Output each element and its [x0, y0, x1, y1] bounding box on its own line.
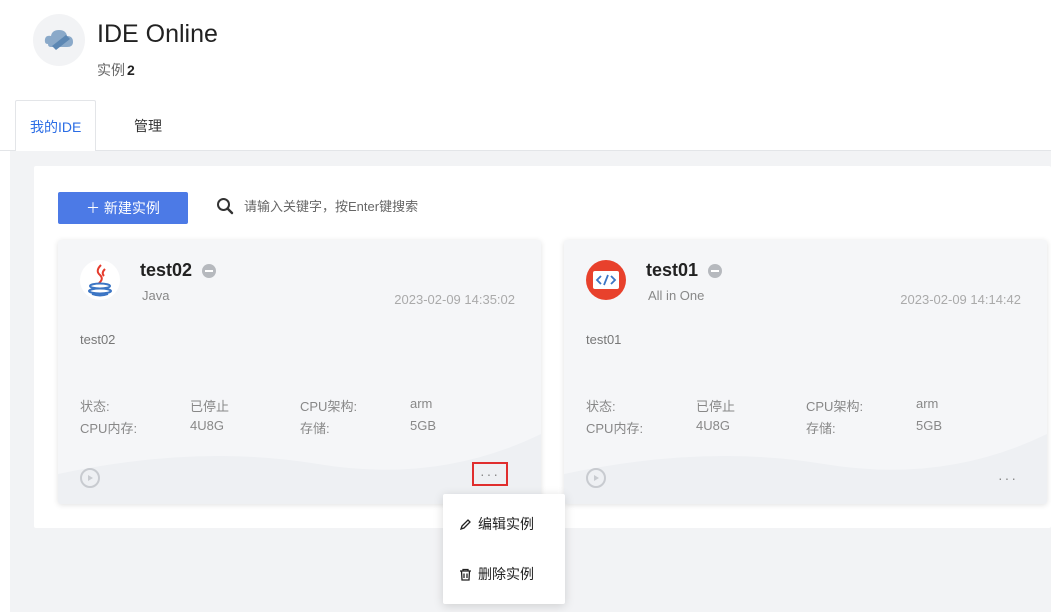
- instance-count: 实例 2: [97, 60, 135, 80]
- all-in-one-icon: [586, 260, 626, 300]
- pencil-icon: [459, 518, 471, 530]
- instance-count-label: 实例: [97, 62, 125, 78]
- cpu-mem-value: 4U8G: [696, 418, 730, 433]
- app-title: IDE Online: [97, 20, 218, 48]
- storage-label: 存储:: [806, 421, 836, 436]
- app-logo-icon: [33, 14, 85, 66]
- cpu-mem-value: 4U8G: [190, 418, 224, 433]
- instance-panel: ＋ 新建实例 test02: [34, 166, 1051, 528]
- storage-label: 存储:: [300, 421, 330, 436]
- more-options-button[interactable]: ···: [472, 462, 508, 486]
- tab-my-ide[interactable]: 我的IDE: [15, 100, 97, 152]
- stopped-status-icon: [708, 263, 723, 278]
- more-options-button[interactable]: ···: [990, 466, 1026, 490]
- cpu-arch-label: CPU架构:: [806, 399, 864, 414]
- cpu-arch-label: CPU架构:: [300, 399, 358, 414]
- instance-time: 2023-02-09 14:35:02: [394, 292, 515, 307]
- search-input[interactable]: [242, 197, 476, 215]
- page-header: IDE Online 实例 2: [0, 0, 1051, 100]
- instance-description: test02: [80, 332, 116, 347]
- cpu-arch-value: arm: [916, 396, 939, 411]
- instance-name: test02: [140, 260, 217, 281]
- instance-count-value: 2: [127, 62, 135, 78]
- status-label: 状态:: [80, 399, 110, 414]
- storage-value: 5GB: [410, 418, 437, 433]
- trash-icon: [460, 568, 471, 581]
- edit-instance-menu-item[interactable]: 编辑实例: [459, 514, 534, 534]
- delete-instance-menu-item[interactable]: 删除实例: [459, 564, 534, 584]
- cpu-mem-label: CPU内存:: [80, 421, 138, 436]
- tab-manage[interactable]: 管理: [120, 100, 176, 150]
- java-icon: [80, 260, 120, 300]
- instance-name-text: test01: [646, 260, 699, 280]
- instance-time: 2023-02-09 14:14:42: [900, 292, 1021, 307]
- status-value: 已停止: [190, 399, 230, 414]
- edit-instance-label: 编辑实例: [478, 516, 534, 532]
- search-icon: [217, 198, 234, 215]
- tab-bar: 我的IDE 管理: [0, 100, 1051, 152]
- cpu-mem-label: CPU内存:: [586, 421, 644, 436]
- new-instance-button[interactable]: ＋ 新建实例: [58, 192, 188, 224]
- start-play-icon[interactable]: [80, 468, 100, 488]
- search-box: [216, 197, 476, 215]
- delete-instance-label: 删除实例: [478, 566, 534, 582]
- instance-description: test01: [586, 332, 622, 347]
- cpu-arch-value: arm: [410, 396, 433, 411]
- instance-type: All in One: [648, 288, 705, 303]
- instance-action-menu: 编辑实例 删除实例: [443, 494, 565, 604]
- instance-name-text: test02: [140, 260, 193, 280]
- instance-card[interactable]: test01 All in One 2023-02-09 14:14:42 te…: [564, 240, 1047, 504]
- instance-type: Java: [142, 288, 170, 303]
- status-value: 已停止: [696, 399, 736, 414]
- instance-card[interactable]: test02 Java 2023-02-09 14:35:02 test02 状…: [58, 240, 541, 504]
- instance-name: test01: [646, 260, 723, 281]
- stopped-status-icon: [202, 263, 217, 278]
- start-play-icon[interactable]: [586, 468, 606, 488]
- storage-value: 5GB: [916, 418, 943, 433]
- status-label: 状态:: [586, 399, 616, 414]
